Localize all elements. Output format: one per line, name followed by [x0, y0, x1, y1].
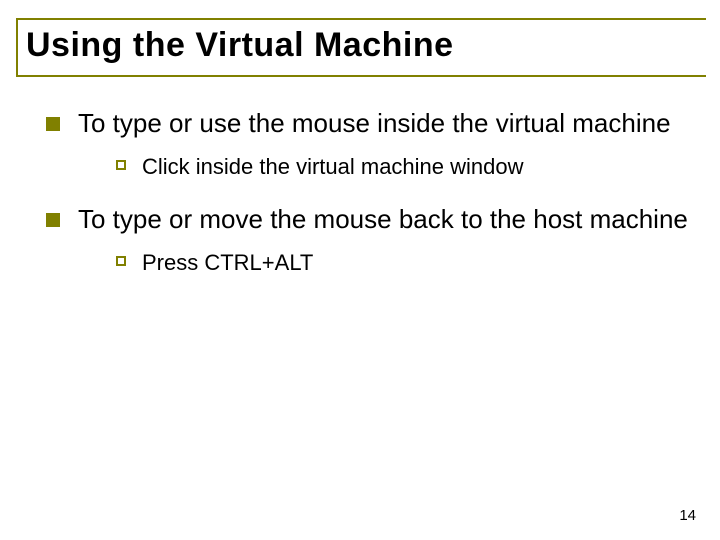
bullet-icon: [46, 117, 60, 131]
sub-item: Click inside the virtual machine window: [116, 153, 696, 182]
title-container: Using the Virtual Machine: [16, 18, 706, 77]
bullet-text: To type or use the mouse inside the virt…: [78, 107, 671, 141]
sub-item: Press CTRL+ALT: [116, 249, 696, 278]
bullet-item: To type or use the mouse inside the virt…: [46, 107, 696, 141]
sub-bullet-icon: [116, 160, 126, 170]
slide: Using the Virtual Machine To type or use…: [0, 0, 720, 540]
sub-list: Click inside the virtual machine window: [46, 153, 696, 182]
bullet-text: To type or move the mouse back to the ho…: [78, 203, 688, 237]
bullet-item: To type or move the mouse back to the ho…: [46, 203, 696, 237]
sub-text: Click inside the virtual machine window: [142, 153, 524, 182]
slide-title: Using the Virtual Machine: [26, 26, 706, 65]
page-number: 14: [679, 507, 696, 524]
sub-text: Press CTRL+ALT: [142, 249, 313, 278]
content-area: To type or use the mouse inside the virt…: [16, 107, 696, 278]
sub-bullet-icon: [116, 256, 126, 266]
sub-list: Press CTRL+ALT: [46, 249, 696, 278]
bullet-icon: [46, 213, 60, 227]
